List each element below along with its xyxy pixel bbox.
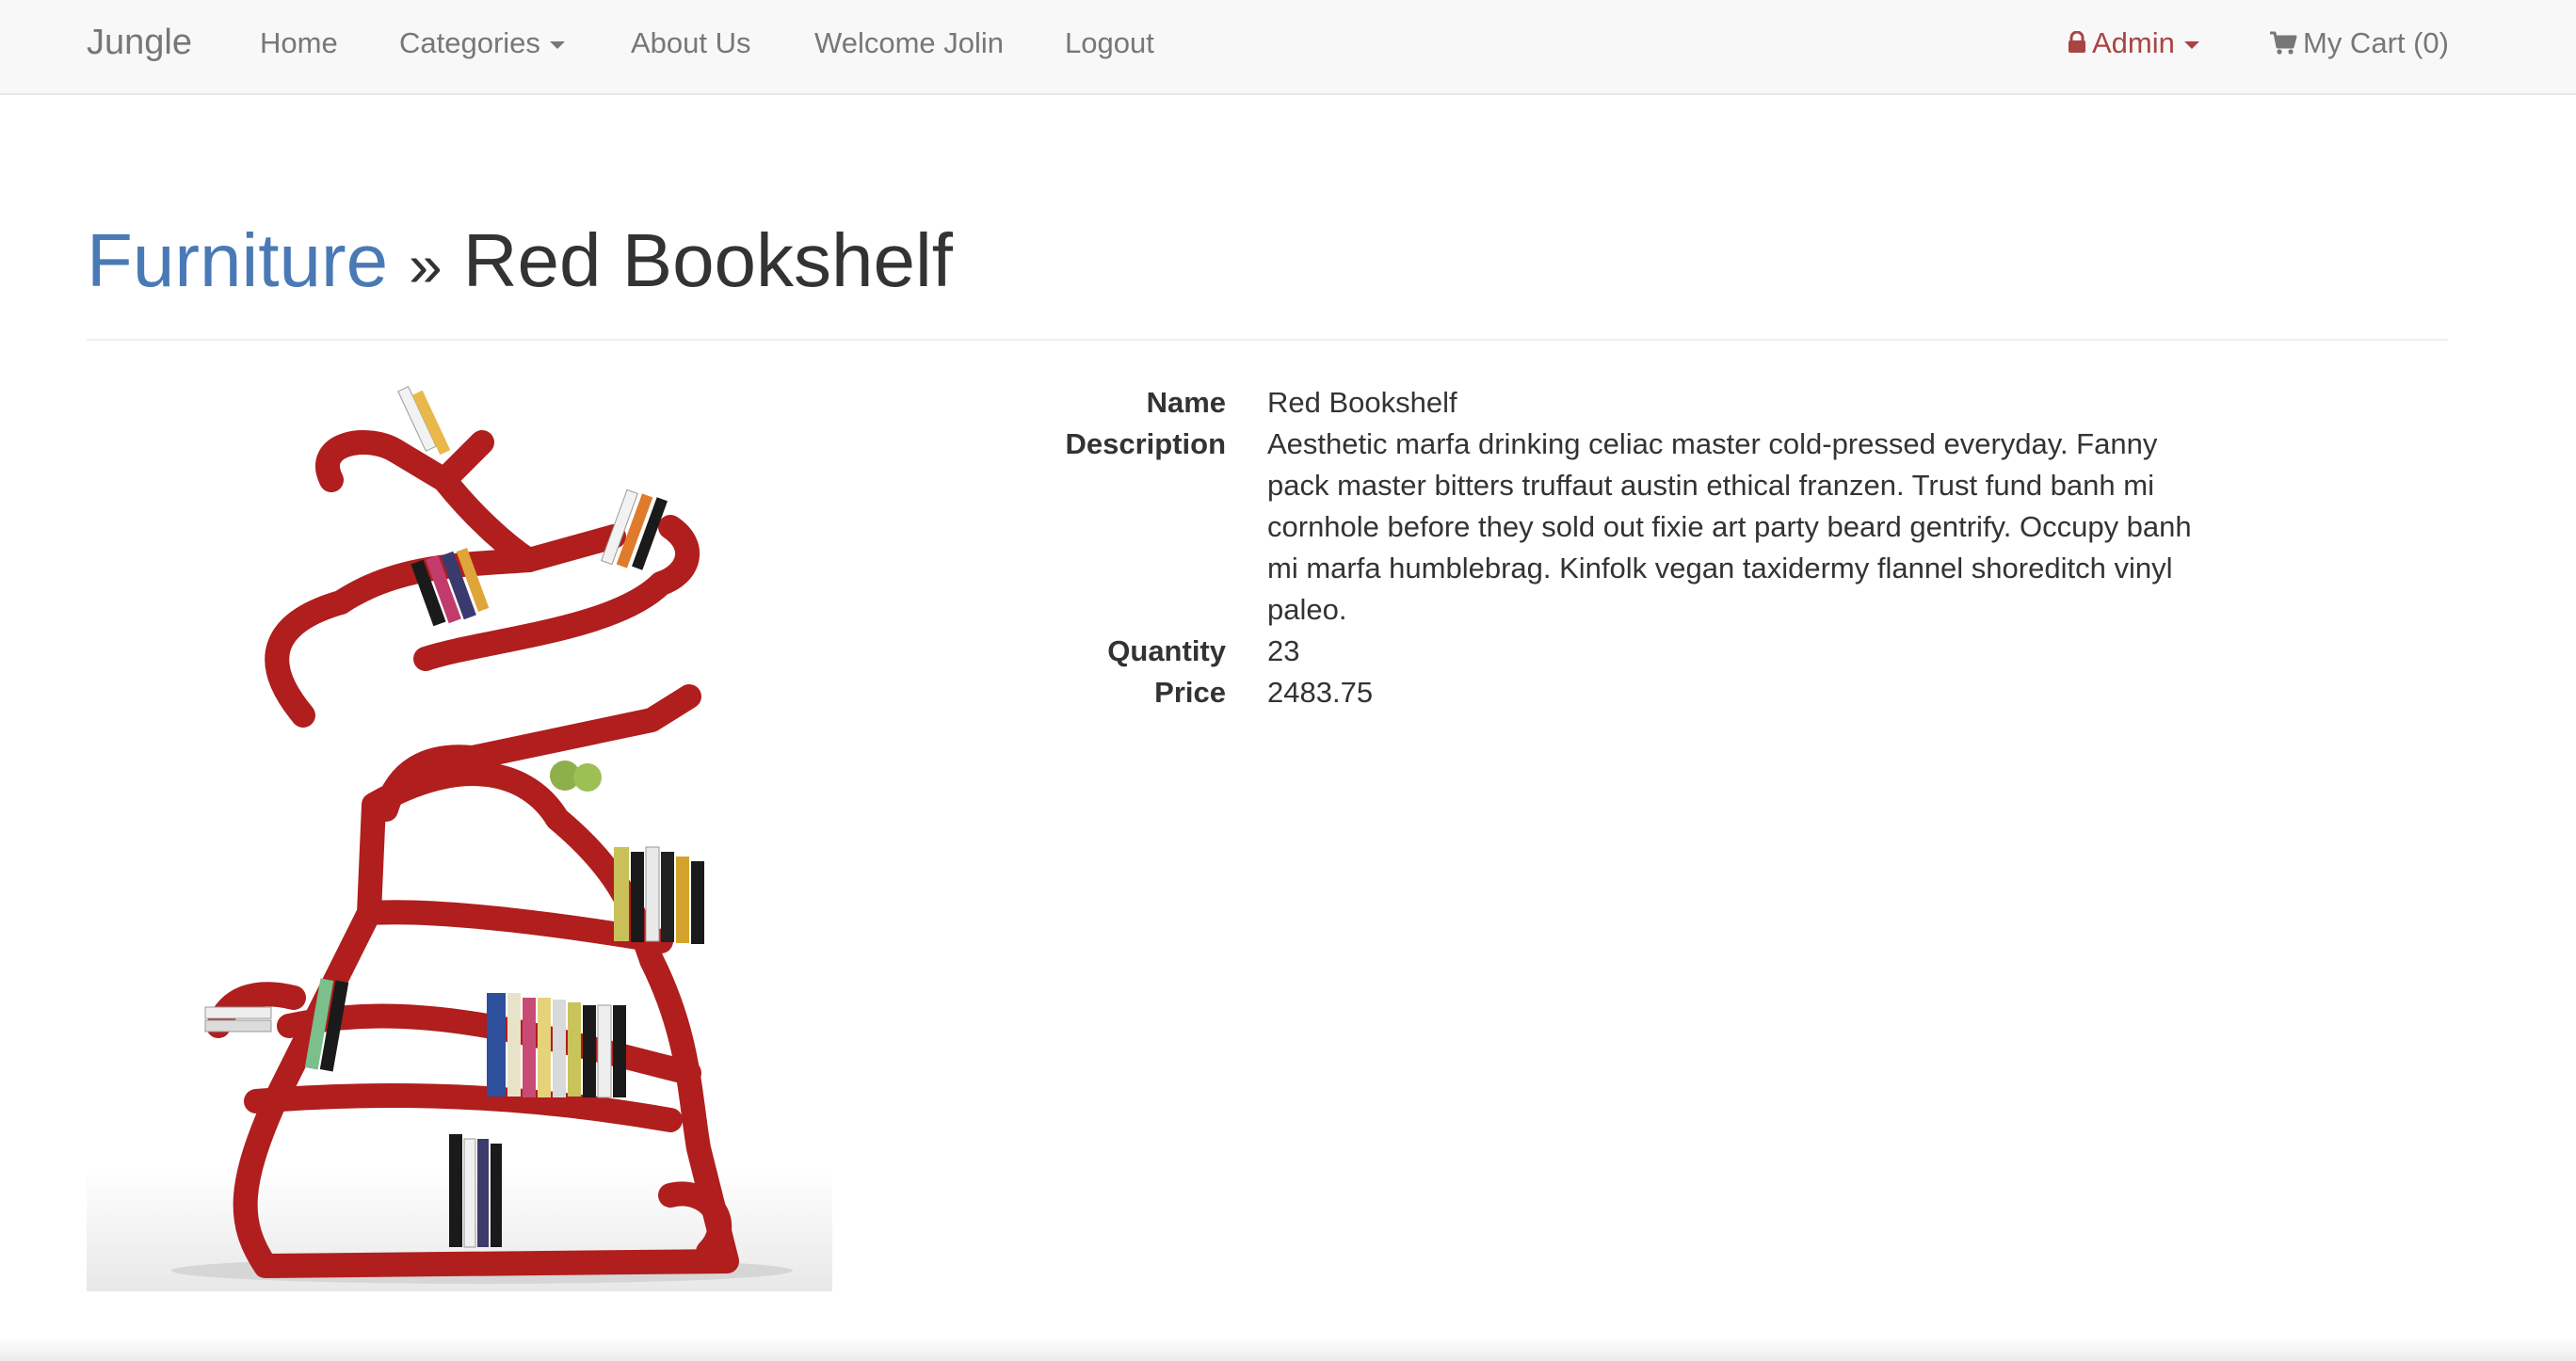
page-title: Furniture » Red Bookshelf bbox=[87, 209, 953, 312]
nav-categories-dropdown[interactable]: Categories bbox=[399, 0, 565, 86]
nav-logout[interactable]: Logout bbox=[1065, 0, 1154, 86]
description-label: Description bbox=[1065, 427, 1226, 460]
name-value: Red Bookshelf bbox=[1267, 386, 1457, 419]
admin-label: Admin bbox=[2092, 26, 2175, 59]
price-label: Price bbox=[1154, 676, 1226, 709]
window-bottom-edge bbox=[0, 1337, 2576, 1361]
cart-label: My Cart (0) bbox=[2303, 26, 2449, 59]
category-breadcrumb-link[interactable]: Furniture bbox=[87, 218, 388, 302]
nav-categories-label: Categories bbox=[399, 26, 540, 59]
top-navbar: Jungle Home Categories About Us Welcome … bbox=[0, 0, 2576, 95]
quantity-label: Quantity bbox=[1107, 634, 1226, 667]
title-divider bbox=[87, 339, 2448, 341]
admin-dropdown[interactable]: Admin bbox=[2068, 0, 2199, 86]
breadcrumb-separator: » bbox=[409, 232, 443, 299]
nav-welcome[interactable]: Welcome Jolin bbox=[814, 0, 1004, 86]
nav-about[interactable]: About Us bbox=[631, 0, 751, 86]
chevron-down-icon bbox=[549, 40, 565, 49]
price-value: 2483.75 bbox=[1267, 676, 1374, 709]
product-details: Name Red Bookshelf Description Aesthetic… bbox=[1004, 382, 2435, 713]
description-value: Aesthetic marfa drinking celiac master c… bbox=[1267, 427, 2192, 626]
nav-home[interactable]: Home bbox=[260, 0, 338, 86]
quantity-value: 23 bbox=[1267, 634, 1300, 667]
name-label: Name bbox=[1146, 386, 1226, 419]
product-image bbox=[87, 386, 832, 1291]
shopping-cart-icon bbox=[2270, 31, 2297, 55]
chevron-down-icon bbox=[2183, 40, 2199, 49]
brand-link[interactable]: Jungle bbox=[87, 0, 192, 86]
product-title: Red Bookshelf bbox=[462, 218, 954, 302]
cart-link[interactable]: My Cart (0) bbox=[2269, 0, 2449, 86]
lock-icon bbox=[2069, 30, 2085, 53]
